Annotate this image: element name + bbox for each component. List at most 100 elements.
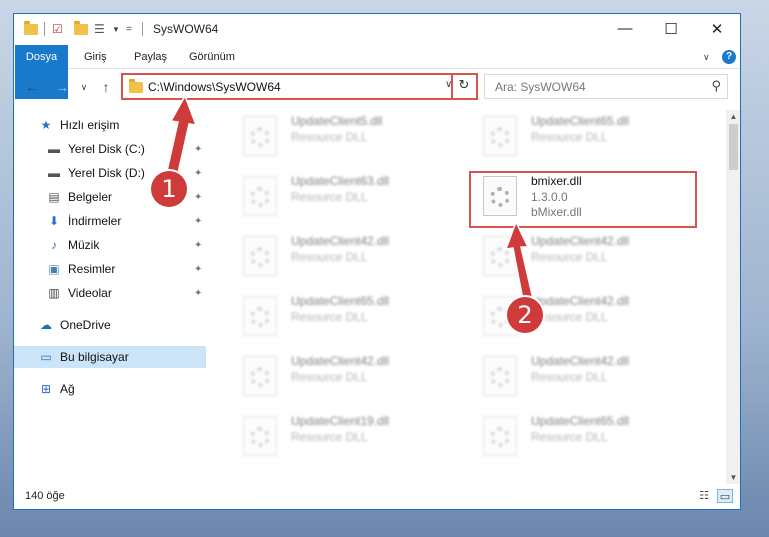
customize-icon[interactable]: ☰ — [94, 20, 105, 38]
file-tile[interactable]: UpdateClient42.dll Resource DLL — [229, 350, 449, 404]
search-input[interactable]: Ara: SysWOW64 — [495, 80, 586, 94]
dll-file-icon — [243, 116, 277, 156]
maximize-button[interactable]: ☐ — [648, 14, 694, 43]
file-type: Resource DLL — [291, 250, 368, 264]
help-icon[interactable]: ? — [722, 50, 736, 64]
file-name: UpdateClient42.dll — [531, 234, 630, 248]
refresh-button[interactable]: ↻ — [451, 73, 475, 100]
up-arrow-icon[interactable]: ↑ — [96, 74, 116, 100]
tab-home[interactable]: Giriş — [75, 45, 116, 69]
sidebar-item-label: Resimler — [68, 262, 116, 276]
pin-icon: ✦ — [194, 287, 203, 299]
sidebar-item-this-pc[interactable]: ▭ Bu bilgisayar — [14, 346, 206, 368]
file-tile[interactable]: UpdateClient19.dll Resource DLL — [229, 410, 449, 464]
pin-icon: ✦ — [194, 167, 203, 179]
file-tile[interactable]: UpdateClient42.dll Resource DLL — [469, 290, 689, 344]
sidebar-item-videos[interactable]: ▥ Videolar ✦ — [14, 282, 206, 304]
file-name: UpdateClient5.dll — [291, 114, 383, 128]
cloud-icon: ☁ — [40, 318, 52, 332]
quick-access-toolbar-menu-icon[interactable]: = — [126, 20, 132, 38]
file-tile[interactable]: UpdateClient65.dll Resource DLL — [229, 290, 449, 344]
folder-icon — [129, 79, 143, 93]
scrollbar-thumb[interactable] — [729, 124, 738, 170]
tab-view[interactable]: Görünüm — [180, 45, 244, 69]
divider — [44, 20, 45, 38]
computer-icon: ▭ — [40, 350, 52, 364]
divider — [142, 20, 143, 38]
file-tile[interactable]: UpdateClient42.dll Resource DLL — [469, 230, 689, 284]
navigation-pane: ★ Hızlı erişim ▬ Yerel Disk (C:) ✦ ▬ Yer… — [14, 110, 210, 470]
pin-icon: ✦ — [194, 215, 203, 227]
sidebar-item-label: Hızlı erişim — [60, 118, 120, 132]
dll-file-icon — [243, 236, 277, 276]
address-path[interactable]: C:\Windows\SysWOW64 — [148, 80, 281, 94]
dll-file-icon — [243, 296, 277, 336]
download-icon: ⬇ — [48, 214, 60, 228]
address-bar[interactable]: C:\Windows\SysWOW64 ∨ — [121, 73, 478, 100]
explorer-window: ☑ ☰ ▼ = SysWOW64 — ☐ ✕ Dosya Giriş Payla… — [13, 13, 741, 510]
sidebar-item-label: OneDrive — [60, 318, 111, 332]
item-count: 140 öğe — [25, 490, 65, 502]
sidebar-item-network[interactable]: ⊞ Ağ — [14, 378, 206, 400]
sidebar-item-quick-access[interactable]: ★ Hızlı erişim — [14, 114, 206, 136]
file-tile[interactable]: UpdateClient5.dll Resource DLL — [229, 110, 449, 164]
dll-file-icon — [243, 416, 277, 456]
pictures-icon: ▣ — [48, 262, 60, 276]
ribbon-tabs: Dosya Giriş Paylaş Görünüm ∨ ? — [14, 45, 740, 99]
minimize-button[interactable]: — — [602, 14, 648, 43]
recent-locations-icon[interactable]: ∨ — [76, 74, 92, 100]
star-icon: ★ — [40, 118, 52, 132]
tab-share[interactable]: Paylaş — [125, 45, 176, 69]
callout-badge-2: 2 — [507, 297, 543, 333]
tiles-view-icon[interactable]: ▭ — [717, 489, 733, 503]
file-type: Resource DLL — [531, 250, 608, 264]
callout-badge-1: 1 — [151, 171, 187, 207]
pin-icon: ✦ — [194, 239, 203, 251]
dll-file-icon — [483, 416, 517, 456]
back-arrow-icon[interactable]: ← — [20, 74, 44, 100]
file-tile[interactable]: UpdateClient65.dll Resource DLL — [469, 410, 689, 464]
vertical-scrollbar[interactable]: ▲ ▼ — [726, 110, 740, 484]
pin-icon: ✦ — [194, 263, 203, 275]
video-icon: ▥ — [48, 286, 60, 300]
close-button[interactable]: ✕ — [694, 14, 740, 43]
properties-icon[interactable]: ☑ — [52, 20, 63, 38]
sidebar-item-downloads[interactable]: ⬇ İndirmeler ✦ — [14, 210, 206, 232]
sidebar-item-music[interactable]: ♪ Müzik ✦ — [14, 234, 206, 256]
chevron-down-icon[interactable]: ▼ — [112, 20, 120, 38]
dll-file-icon — [483, 356, 517, 396]
sidebar-item-local-disk-c[interactable]: ▬ Yerel Disk (C:) ✦ — [14, 138, 206, 160]
drive-icon: ▬ — [48, 142, 60, 156]
file-type: Resource DLL — [291, 130, 368, 144]
dll-file-icon — [483, 236, 517, 276]
window-title: SysWOW64 — [153, 22, 219, 36]
scroll-down-icon[interactable]: ▼ — [726, 473, 740, 482]
highlight-box — [469, 171, 697, 228]
file-name: UpdateClient42.dll — [291, 234, 390, 248]
file-name: UpdateClient42.dll — [291, 354, 390, 368]
new-folder-icon[interactable] — [74, 20, 88, 38]
search-icon[interactable]: ⚲ — [711, 78, 721, 94]
file-tile[interactable]: UpdateClient42.dll Resource DLL — [469, 350, 689, 404]
pin-icon: ✦ — [194, 143, 203, 155]
sidebar-item-onedrive[interactable]: ☁ OneDrive — [14, 314, 206, 336]
file-name: UpdateClient65.dll — [531, 414, 630, 428]
documents-icon: ▤ — [48, 190, 60, 204]
network-icon: ⊞ — [40, 382, 52, 396]
drive-icon: ▬ — [48, 166, 60, 180]
file-tile[interactable]: UpdateClient63.dll Resource DLL — [229, 170, 449, 224]
scroll-up-icon[interactable]: ▲ — [726, 112, 740, 121]
file-name: UpdateClient42.dll — [531, 354, 630, 368]
forward-arrow-icon[interactable]: → — [50, 74, 74, 100]
details-view-icon[interactable]: ☷ — [696, 489, 712, 503]
file-name: UpdateClient65.dll — [291, 294, 390, 308]
search-box[interactable]: Ara: SysWOW64 ⚲ — [484, 74, 728, 99]
file-name: UpdateClient19.dll — [291, 414, 390, 428]
dll-file-icon — [243, 356, 277, 396]
sidebar-item-pictures[interactable]: ▣ Resimler ✦ — [14, 258, 206, 280]
sidebar-item-label: Belgeler — [68, 190, 113, 204]
file-tile[interactable]: UpdateClient65.dll Resource DLL — [469, 110, 689, 164]
file-tile[interactable]: UpdateClient42.dll Resource DLL — [229, 230, 449, 284]
ribbon-expand-icon[interactable]: ∨ — [694, 45, 719, 69]
sidebar-item-label: Bu bilgisayar — [60, 350, 129, 364]
